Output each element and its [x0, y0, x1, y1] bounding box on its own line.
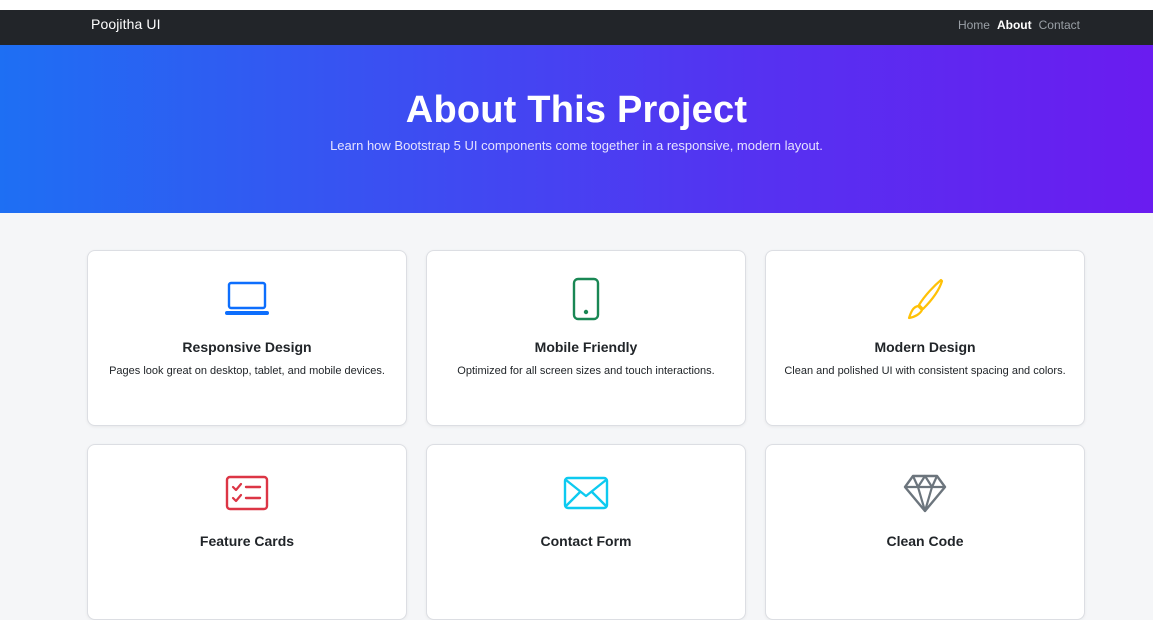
feature-card-cards: Feature Cards	[87, 444, 407, 620]
phone-icon	[427, 277, 745, 321]
hero-subtitle: Learn how Bootstrap 5 UI components come…	[330, 138, 823, 153]
laptop-icon	[88, 277, 406, 321]
feature-card-code: Clean Code	[765, 444, 1085, 620]
card-title: Modern Design	[874, 339, 976, 355]
feature-grid: Responsive Design Pages look great on de…	[87, 250, 1085, 620]
card-title: Feature Cards	[199, 533, 295, 549]
card-description: Pages look great on desktop, tablet, and…	[109, 365, 385, 377]
feature-card-responsive: Responsive Design Pages look great on de…	[87, 250, 407, 426]
card-description: Optimized for all screen sizes and touch…	[457, 365, 715, 377]
feature-card-mobile: Mobile Friendly Optimized for all screen…	[426, 250, 746, 426]
hero-banner: About This Project Learn how Bootstrap 5…	[0, 45, 1153, 213]
checklist-icon	[88, 471, 406, 515]
card-title: Clean Code	[886, 533, 964, 549]
nav-link-about[interactable]: About	[997, 18, 1032, 32]
feature-card-contact: Contact Form	[426, 444, 746, 620]
brush-icon	[766, 277, 1084, 321]
envelope-icon	[427, 471, 745, 515]
card-title: Mobile Friendly	[534, 339, 638, 355]
card-description: Clean and polished UI with consistent sp…	[784, 365, 1066, 377]
brand-link[interactable]: Poojitha UI	[91, 16, 161, 32]
hero-title: About This Project	[405, 89, 748, 131]
top-strip	[0, 0, 1153, 10]
nav-link-contact[interactable]: Contact	[1039, 18, 1080, 32]
nav-links: Home About Contact	[958, 18, 1080, 32]
card-title: Contact Form	[540, 533, 632, 549]
nav-link-home[interactable]: Home	[958, 18, 990, 32]
card-title: Responsive Design	[182, 339, 312, 355]
feature-card-modern: Modern Design Clean and polished UI with…	[765, 250, 1085, 426]
gem-icon	[766, 471, 1084, 515]
navbar: Poojitha UI Home About Contact	[0, 10, 1153, 45]
